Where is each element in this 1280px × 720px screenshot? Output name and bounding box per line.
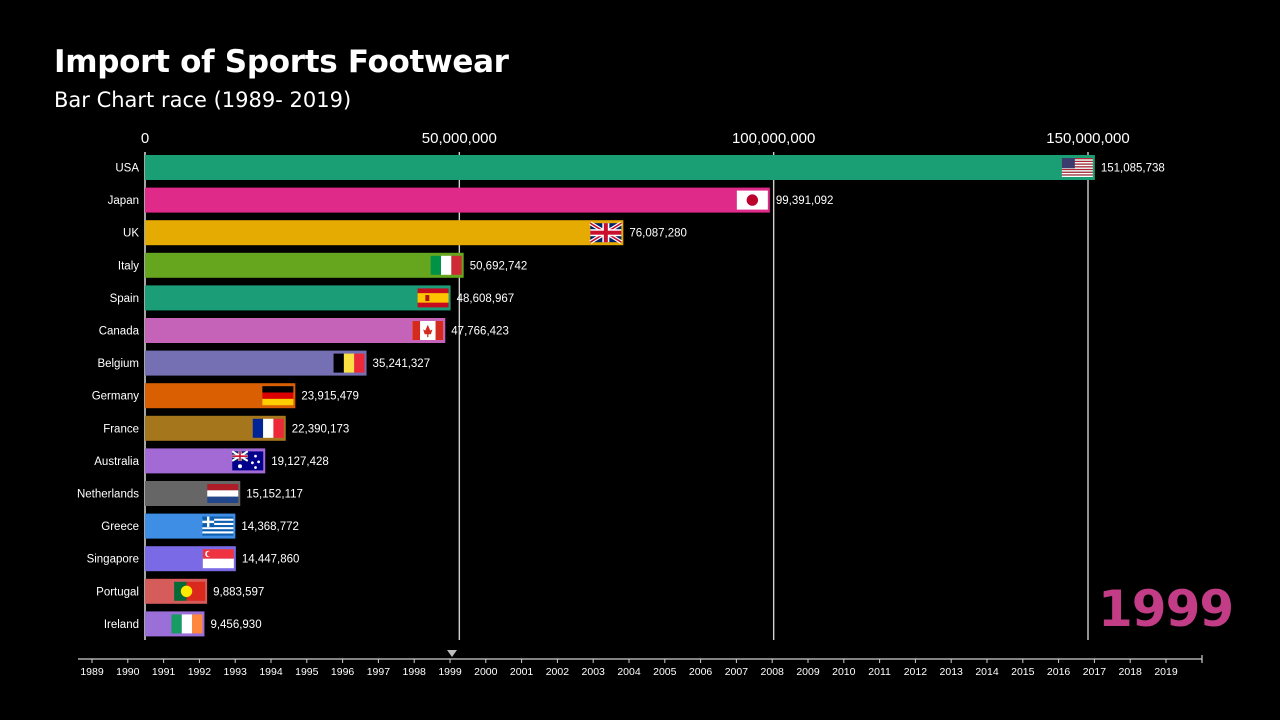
timeline-year-label: 2007 (725, 666, 749, 678)
ireland-flag-icon (171, 614, 203, 634)
timeline-year-label: 2015 (1011, 666, 1035, 678)
timeline-marker-icon (447, 650, 457, 657)
timeline-year-label: 2017 (1083, 666, 1107, 678)
spain-flag-icon (417, 288, 449, 308)
greece-flag-icon (202, 516, 234, 536)
us-flag-icon (1061, 158, 1093, 177)
bar-japan (145, 187, 770, 213)
timeline-year-label: 1996 (331, 666, 355, 678)
timeline-year-label: 2010 (832, 666, 856, 678)
value-label: 23,915,479 (301, 391, 359, 403)
category-label: USA (115, 163, 139, 175)
value-label: 35,241,327 (373, 358, 431, 370)
timeline-year-label: 1990 (116, 666, 140, 678)
timeline-year-label: 2002 (546, 666, 570, 678)
timeline-year-label: 1999 (438, 666, 462, 678)
timeline-year-label: 2016 (1047, 666, 1071, 678)
current-year-label: 1999 (1098, 580, 1234, 638)
uk-flag-icon (589, 221, 623, 244)
timeline-year-label: 2005 (653, 666, 677, 678)
category-label: Italy (118, 260, 139, 272)
bar-uk (145, 220, 624, 246)
value-label: 9,456,930 (210, 619, 261, 631)
value-label: 15,152,117 (246, 489, 303, 501)
category-label: UK (123, 228, 139, 240)
x-tick-label: 150,000,000 (1046, 130, 1129, 147)
timeline-year-label: 2001 (510, 666, 534, 678)
timeline-year-label: 1995 (295, 666, 319, 678)
value-label: 76,087,280 (629, 228, 687, 240)
category-label: Ireland (104, 619, 139, 631)
category-label: Greece (101, 521, 139, 533)
x-tick-label: 50,000,000 (422, 130, 497, 147)
category-label: Germany (92, 391, 140, 403)
value-label: 47,766,423 (451, 326, 509, 338)
timeline-year-label: 2012 (904, 666, 928, 678)
timeline-year-label: 1994 (259, 666, 283, 678)
category-label: Netherlands (77, 489, 139, 501)
timeline-year-label: 1998 (403, 666, 427, 678)
category-label: Singapore (87, 554, 139, 566)
value-label: 50,692,742 (470, 260, 528, 272)
value-label: 14,368,772 (241, 521, 299, 533)
timeline-year-label: 1997 (367, 666, 391, 678)
canada-flag-icon (412, 321, 444, 340)
timeline-year-label: 1989 (80, 666, 104, 678)
category-label: Canada (99, 326, 140, 338)
singapore-flag-icon (202, 549, 234, 569)
timeline-year-label: 2004 (617, 666, 641, 678)
value-label: 22,390,173 (292, 423, 350, 435)
australia-flag-icon (231, 450, 264, 471)
germany-flag-icon (262, 386, 294, 406)
x-tick-label: 100,000,000 (732, 130, 815, 147)
timeline-year-label: 2003 (582, 666, 606, 678)
japan-flag-icon (736, 190, 768, 210)
category-label: Portugal (96, 586, 139, 598)
category-label: Japan (108, 195, 139, 207)
bar-belgium (145, 350, 367, 376)
value-label: 19,127,428 (271, 456, 329, 468)
italy-flag-icon (430, 255, 462, 275)
value-label: 151,085,738 (1101, 163, 1165, 175)
timeline-year-label: 1992 (188, 666, 212, 678)
belgium-flag-icon (333, 353, 365, 373)
timeline-year-label: 2011 (868, 666, 891, 678)
value-label: 99,391,092 (776, 195, 834, 207)
timeline-year-label: 2006 (689, 666, 713, 678)
bar-chart: 0 50,000,000 100,000,000 150,000,000 USA 151,… (77, 130, 1203, 678)
x-tick-label: 0 (141, 130, 149, 147)
timeline-year-label: 2018 (1119, 666, 1143, 678)
value-label: 9,883,597 (213, 586, 264, 598)
category-label: Australia (94, 456, 139, 468)
category-label: Belgium (97, 358, 139, 370)
category-label: France (103, 423, 139, 435)
timeline-year-label: 2009 (796, 666, 820, 678)
bar-italy (145, 252, 464, 278)
timeline-year-label: 2008 (761, 666, 785, 678)
france-flag-icon (252, 418, 284, 438)
category-label: Spain (110, 293, 139, 305)
portugal-flag-icon (174, 581, 206, 601)
timeline-year-label: 2013 (940, 666, 964, 678)
netherlands-flag-icon (207, 484, 239, 503)
bar-spain (145, 285, 451, 311)
bar-usa (145, 155, 1095, 180)
value-label: 48,608,967 (457, 293, 515, 305)
timeline-year-label: 2014 (975, 666, 999, 678)
timeline-year-label: 1993 (224, 666, 248, 678)
value-label: 14,447,860 (242, 554, 300, 566)
timeline-year-label: 1991 (152, 666, 176, 678)
timeline-year-label: 2019 (1154, 666, 1178, 678)
timeline-year-label: 2000 (474, 666, 498, 678)
bar-canada (145, 318, 446, 343)
